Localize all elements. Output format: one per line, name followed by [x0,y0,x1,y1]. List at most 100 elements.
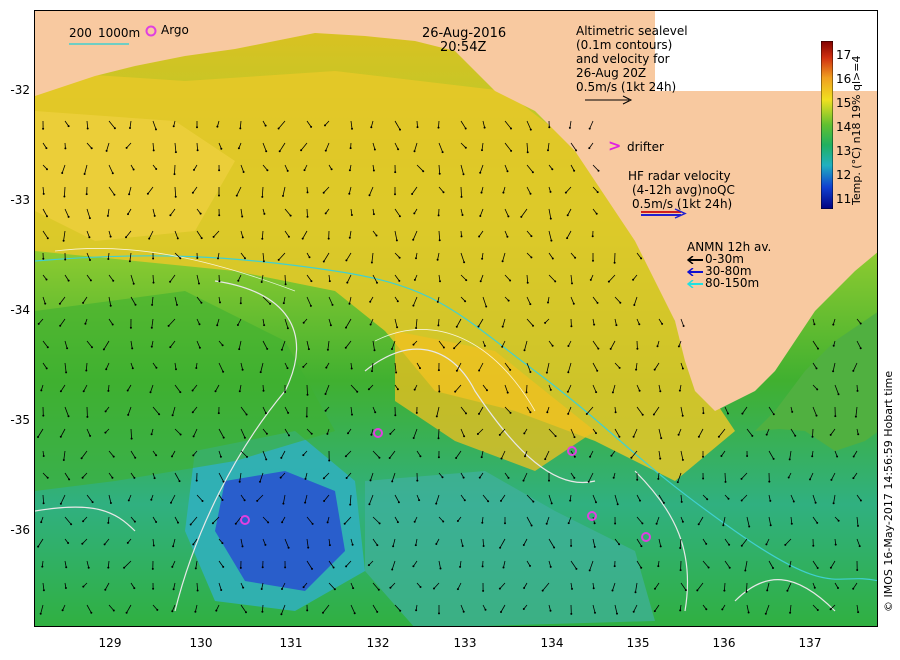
velocity-arrow-head [158,413,161,416]
velocity-arrow-head [728,543,731,546]
velocity-arrow-head [305,415,308,418]
velocity-arrow-head [633,304,636,306]
velocity-arrow [746,582,748,592]
velocity-arrow-head [707,566,710,569]
colorbar-tick: 13 [836,144,852,158]
velocity-arrow-head [720,455,723,457]
velocity-arrow-head [322,611,324,614]
velocity-arrow-head [618,543,621,546]
velocity-arrow-head [705,542,708,545]
velocity-arrow-head [216,324,219,327]
velocity-arrow-head [111,476,114,479]
velocity-arrow-head [484,608,487,611]
velocity-arrow-head [169,280,172,283]
velocity-arrow-head [740,477,743,480]
velocity-arrow-head [328,459,331,462]
velocity-arrow-head [280,456,283,459]
velocity-arrow-head [630,456,633,459]
velocity-arrow-head [594,611,596,614]
velocity-arrow-head [465,279,468,282]
velocity-arrow-head [191,389,194,392]
velocity-arrow-head [150,433,153,436]
velocity-arrow-head [107,258,110,260]
velocity-arrow-head [397,501,400,504]
velocity-arrow-head [127,413,130,416]
velocity-arrow-head [64,147,67,150]
velocity-arrow-head [641,522,644,525]
velocity-arrow-head [681,458,684,461]
velocity-arrow-head [834,415,837,418]
velocity-arrow-head [217,412,220,415]
velocity-arrow-head [286,169,289,172]
velocity-arrow-head [550,239,553,242]
velocity-arrow-head [616,612,618,615]
velocity-arrow-head [306,609,309,612]
velocity-arrow-head [332,566,335,569]
velocity-arrow-head [464,300,467,303]
colorbar-tick: 17 [836,48,852,62]
velocity-arrow-head [814,501,817,504]
velocity-arrow-head [89,434,92,437]
velocity-arrow-head [349,503,352,506]
velocity-arrow-head [764,612,767,615]
velocity-arrow-head [134,303,137,306]
velocity-arrow-head [64,587,67,589]
velocity-arrow-head [149,391,152,394]
velocity-arrow-head [438,172,441,175]
colorbar-tick: 15 [836,96,852,110]
colorbar-label: Temp. (°C) n18 19% ql>=4 [850,55,863,205]
velocity-arrow-head [221,499,224,501]
velocity-arrow-head [200,237,203,240]
velocity-arrow-head [152,281,155,284]
velocity-arrow-head [103,543,106,546]
velocity-arrow-head [391,348,393,350]
velocity-arrow-head [347,432,349,435]
velocity-arrow-head [82,301,85,304]
velocity-arrow-head [437,324,440,327]
anmn-arrow-30-80 [687,268,703,276]
velocity-arrow-head [509,279,512,282]
velocity-arrow-head [412,304,415,307]
velocity-arrow-head [790,522,793,525]
velocity-arrow [306,208,308,217]
velocity-arrow-head [351,127,353,130]
hf-radar-line2: (4-12h avg)noQC [632,183,735,197]
velocity-arrow-head [618,366,621,369]
velocity-arrow-head [532,500,535,503]
velocity-arrow-head [478,476,481,479]
velocity-arrow-head [859,347,862,350]
velocity-arrow-head [174,195,177,198]
velocity-arrow-head [109,235,112,238]
velocity-arrow-head [829,566,832,569]
velocity-arrow-head [748,525,751,528]
velocity-arrow [724,472,726,482]
velocity-arrow-head [442,520,445,523]
velocity-arrow-head [41,565,44,568]
velocity-arrow-head [261,195,264,198]
velocity-arrow-head [455,369,458,372]
velocity-arrow-head [241,368,244,371]
velocity-arrow-head [544,321,547,324]
velocity-arrow-head [46,476,49,479]
velocity-arrow-head [88,217,91,220]
velocity-arrow-head [616,503,619,506]
velocity-arrow-head [130,437,133,440]
velocity-arrow-head [42,502,45,505]
velocity-arrow-head [398,279,401,282]
velocity-arrow-head [856,389,859,392]
velocity-arrow-head [302,321,305,324]
map-area[interactable]: 200 1000m Argo 26-Aug-2016 20:54Z Altime… [34,10,878,627]
velocity-arrow-head [196,589,199,592]
velocity-arrow-head [459,565,462,568]
velocity-arrow-head [345,259,348,262]
velocity-arrow-head [259,480,261,483]
velocity-arrow-head [148,237,151,240]
velocity-arrow-head [442,346,445,349]
velocity-arrow-head [245,413,248,416]
velocity-arrow-head [301,237,304,240]
velocity-arrow-head [588,569,591,572]
velocity-arrow-head [333,588,336,591]
velocity-arrow-head [395,371,398,374]
depth-contour-legend-line [69,43,129,45]
velocity-arrow-head [507,299,510,302]
